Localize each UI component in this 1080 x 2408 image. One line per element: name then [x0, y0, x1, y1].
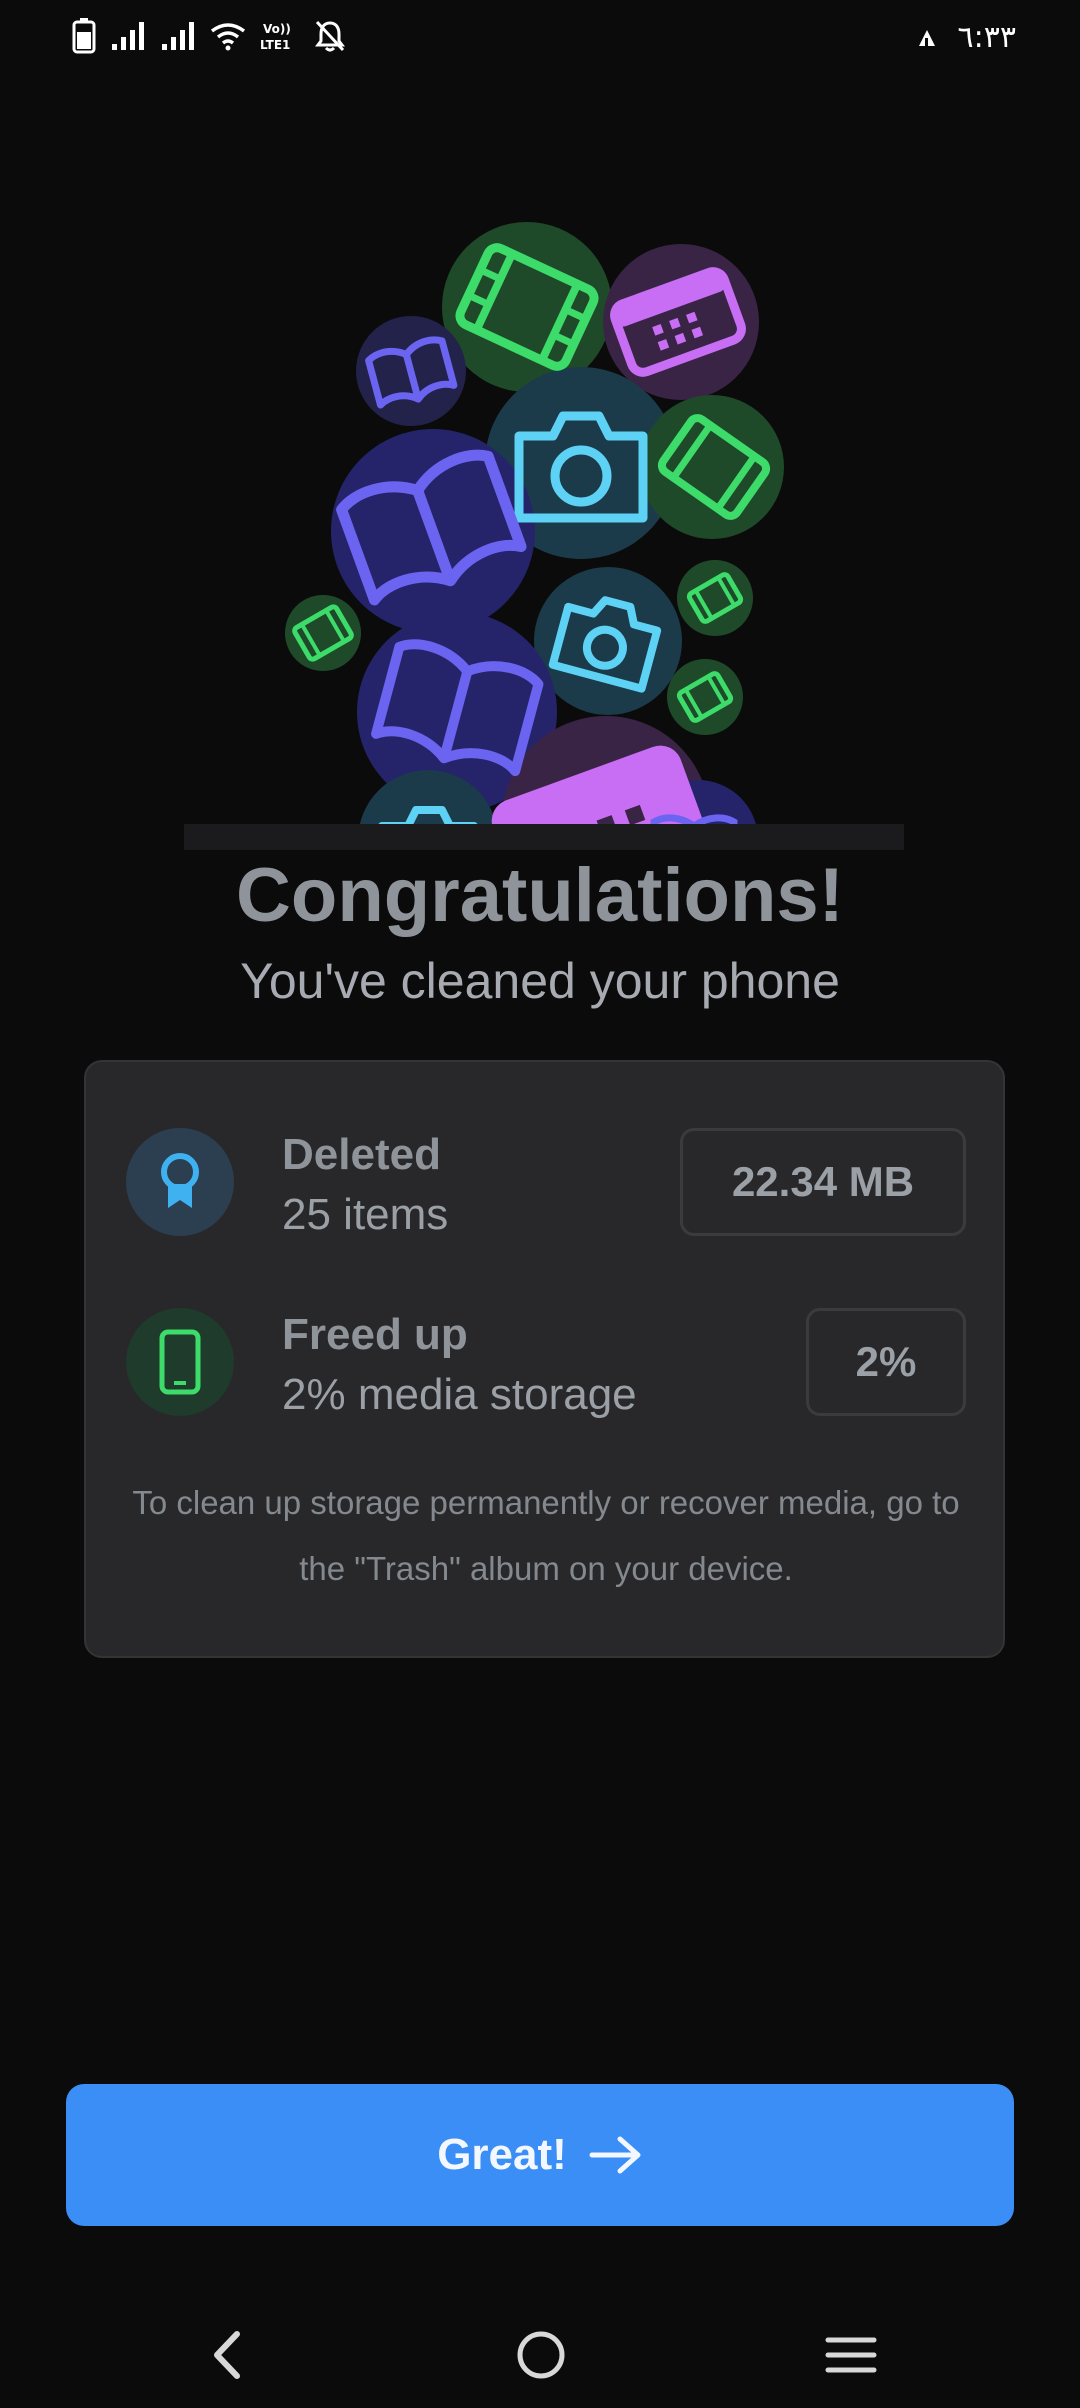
deleted-label: Deleted	[282, 1130, 441, 1179]
menu-icon	[825, 2337, 877, 2373]
freed-label: Freed up	[282, 1310, 468, 1359]
svg-text:LTE1: LTE1	[260, 38, 290, 52]
deleted-count: 25 items	[282, 1190, 449, 1239]
great-button-label: Great!	[437, 2130, 567, 2179]
back-icon	[214, 2331, 240, 2379]
wifi-icon	[210, 23, 246, 51]
cleanup-complete-screen: Vo)) LTE1 ٦:٣٣ Congratulations! You've c…	[0, 0, 1080, 2408]
great-button[interactable]: Great!	[66, 2084, 1014, 2226]
freed-row: Freed up 2% media storage 2%	[126, 1308, 966, 1419]
ai-icon	[918, 29, 935, 46]
freed-detail: 2% media storage	[282, 1370, 637, 1419]
recent-apps-button[interactable]	[816, 2320, 886, 2390]
bell-off-icon	[315, 20, 345, 52]
status-bar: Vo)) LTE1 ٦:٣٣	[0, 0, 1080, 76]
home-button[interactable]	[506, 2320, 576, 2390]
signal-icon	[112, 22, 144, 50]
cleanup-subtitle: You've cleaned your phone	[240, 953, 840, 1009]
status-left-icons: Vo)) LTE1	[72, 18, 346, 54]
back-button[interactable]	[192, 2320, 262, 2390]
media-cleanup-illustration	[285, 222, 784, 848]
svg-text:Vo)): Vo))	[263, 22, 291, 36]
arrow-right-icon	[589, 2136, 641, 2174]
illustration-tray	[184, 824, 904, 850]
volte-icon: Vo)) LTE1	[260, 22, 291, 52]
trash-info-note: To clean up storage permanently or recov…	[132, 1484, 960, 1587]
congratulations-title: Congratulations!	[236, 853, 844, 938]
smartphone-icon	[126, 1308, 234, 1416]
home-icon	[517, 2331, 565, 2379]
status-time: ٦:٣٣	[957, 20, 1016, 55]
deleted-size-badge: 22.34 MB	[680, 1128, 966, 1236]
signal-icon	[162, 22, 194, 50]
cleanup-summary-card: Deleted 25 items 22.34 MB Freed up 2% me…	[84, 1060, 1005, 1658]
deleted-row: Deleted 25 items 22.34 MB	[126, 1128, 966, 1239]
freed-percent-badge: 2%	[806, 1308, 966, 1416]
award-ribbon-icon	[126, 1128, 234, 1236]
battery-icon	[72, 18, 96, 54]
system-navigation-bar	[0, 2292, 1080, 2408]
status-right: ٦:٣٣	[916, 20, 1016, 55]
